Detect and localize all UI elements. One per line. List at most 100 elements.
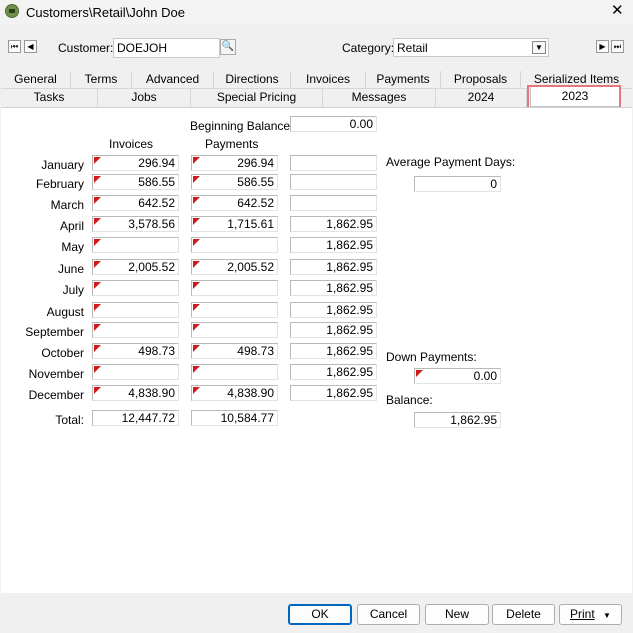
cancel-button[interactable]: Cancel [357, 604, 420, 625]
flag-icon [193, 197, 200, 204]
flag-icon [94, 157, 101, 164]
tab-jobs[interactable]: Jobs [98, 89, 191, 107]
chevron-down-icon[interactable]: ▼ [532, 41, 546, 54]
flag-icon [193, 261, 200, 268]
customer-input[interactable]: DOEJOH [113, 38, 220, 58]
tab-special-pricing[interactable]: Special Pricing [191, 89, 323, 107]
new-button[interactable]: New [425, 604, 489, 625]
balance-month-field: 1,862.95 [290, 237, 377, 253]
tab-payments[interactable]: Payments [366, 71, 441, 89]
total-payments-field: 10,584.77 [191, 410, 278, 426]
invoice-field[interactable]: 642.52 [92, 195, 179, 211]
category-select[interactable]: Retail [393, 38, 549, 57]
tab-messages[interactable]: Messages [323, 89, 436, 107]
tab-invoices[interactable]: Invoices [291, 71, 366, 89]
down-payments-label: Down Payments: [386, 350, 477, 364]
print-button[interactable]: Print ▼ [559, 604, 622, 625]
tab-directions[interactable]: Directions [214, 71, 291, 89]
payment-field[interactable]: 1,715.61 [191, 216, 278, 232]
flag-icon [193, 387, 200, 394]
flag-icon [94, 282, 101, 289]
beginning-balance-field[interactable]: 0.00 [290, 116, 377, 132]
flag-icon [94, 197, 101, 204]
month-label: May [61, 240, 84, 254]
invoice-field[interactable]: 498.73 [92, 343, 179, 359]
balance-field: 1,862.95 [414, 412, 501, 428]
month-label: August [46, 305, 84, 319]
payment-field[interactable] [191, 322, 278, 338]
flag-icon [193, 282, 200, 289]
ok-button[interactable]: OK [288, 604, 352, 625]
payment-field[interactable] [191, 302, 278, 318]
flag-icon [193, 218, 200, 225]
window-title: Customers\Retail\John Doe [26, 5, 185, 20]
balance-month-field: 1,862.95 [290, 343, 377, 359]
balance-month-field: 1,862.95 [290, 259, 377, 275]
payment-field[interactable]: 642.52 [191, 195, 278, 211]
flag-icon [193, 366, 200, 373]
tab-general[interactable]: General [1, 71, 71, 89]
last-record-icon[interactable]: ⏭ [611, 40, 624, 53]
balance-month-field: 1,862.95 [290, 385, 377, 401]
month-label: January [41, 158, 84, 172]
app-icon [5, 4, 19, 18]
payment-field[interactable]: 2,005.52 [191, 259, 278, 275]
payment-field[interactable] [191, 280, 278, 296]
flag-icon [94, 345, 101, 352]
avg-payment-days-field: 0 [414, 176, 501, 192]
payment-field[interactable]: 498.73 [191, 343, 278, 359]
search-icon[interactable]: 🔍 [220, 39, 236, 55]
category-value: Retail [397, 41, 428, 55]
tab-terms[interactable]: Terms [71, 71, 132, 89]
payment-field[interactable]: 296.94 [191, 155, 278, 171]
flag-icon [193, 176, 200, 183]
first-record-icon[interactable]: ⏮ [8, 40, 21, 53]
invoice-field[interactable]: 586.55 [92, 174, 179, 190]
balance-month-field [290, 195, 377, 211]
invoice-field[interactable]: 3,578.56 [92, 216, 179, 232]
tab-proposals[interactable]: Proposals [441, 71, 521, 89]
invoice-field[interactable] [92, 302, 179, 318]
flag-icon [193, 345, 200, 352]
invoice-field[interactable]: 2,005.52 [92, 259, 179, 275]
invoice-field[interactable] [92, 280, 179, 296]
invoice-field[interactable]: 4,838.90 [92, 385, 179, 401]
invoice-field[interactable] [92, 322, 179, 338]
tab-tasks[interactable]: Tasks [1, 89, 98, 107]
month-label: October [41, 346, 84, 360]
month-label: September [25, 325, 84, 339]
flag-icon [94, 176, 101, 183]
down-payments-field[interactable]: 0.00 [414, 368, 501, 384]
payment-field[interactable]: 4,838.90 [191, 385, 278, 401]
payment-field[interactable]: 586.55 [191, 174, 278, 190]
flag-icon [94, 366, 101, 373]
avg-payment-days-label: Average Payment Days: [386, 155, 516, 169]
invoice-field[interactable] [92, 364, 179, 380]
close-icon[interactable]: ✕ [611, 2, 624, 20]
total-invoices-field: 12,447.72 [92, 410, 179, 426]
invoice-field[interactable]: 296.94 [92, 155, 179, 171]
month-label: June [57, 262, 84, 276]
customer-label: Customer: [58, 41, 114, 55]
flag-icon [94, 387, 101, 394]
delete-button[interactable]: Delete [492, 604, 555, 625]
payment-field[interactable] [191, 237, 278, 253]
flag-icon [94, 324, 101, 331]
flag-icon [94, 304, 101, 311]
invoice-field[interactable] [92, 237, 179, 253]
balance-month-field [290, 155, 377, 171]
category-label: Category: [342, 41, 395, 55]
balance-month-field: 1,862.95 [290, 216, 377, 232]
month-label: December [28, 388, 84, 402]
previous-record-icon[interactable]: ◀ [24, 40, 37, 53]
month-label: July [62, 283, 84, 297]
balance-month-field: 1,862.95 [290, 302, 377, 318]
tab-advanced[interactable]: Advanced [132, 71, 214, 89]
next-record-icon[interactable]: ▶ [596, 40, 609, 53]
tab-2024[interactable]: 2024 [436, 89, 527, 107]
month-label: March [50, 198, 84, 212]
beginning-balance-label: Beginning Balance: [190, 119, 294, 133]
payment-field[interactable] [191, 364, 278, 380]
flag-icon [193, 157, 200, 164]
month-label: November [28, 367, 84, 381]
